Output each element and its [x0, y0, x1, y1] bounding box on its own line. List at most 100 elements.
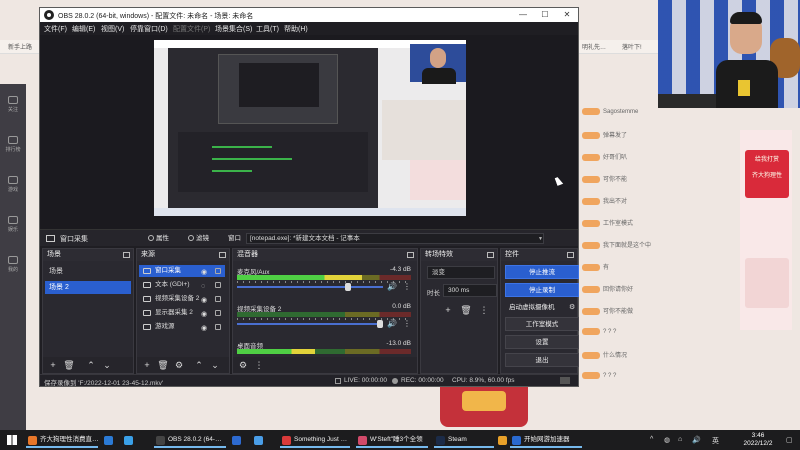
- volume-slider[interactable]: [237, 320, 383, 328]
- taskbar-app[interactable]: [122, 432, 140, 448]
- browser-tab[interactable]: 新手上路: [8, 42, 32, 52]
- menu-scene-collection[interactable]: 场景集合(S): [215, 24, 252, 34]
- tray-app-icon[interactable]: ◍: [664, 436, 670, 444]
- gear-icon[interactable]: ⚙: [237, 359, 249, 371]
- stop-streaming-button[interactable]: 停止推流: [505, 265, 579, 279]
- trash-icon[interactable]: 🗑: [63, 359, 75, 371]
- lock-icon[interactable]: [215, 296, 221, 302]
- trash-icon[interactable]: 🗑: [459, 304, 473, 316]
- eye-off-icon[interactable]: ◌: [201, 281, 205, 293]
- exit-button[interactable]: 退出: [505, 353, 579, 367]
- eye-icon[interactable]: ◉: [201, 267, 207, 279]
- speaker-icon[interactable]: 🔊: [387, 319, 397, 328]
- taskbar-app[interactable]: 齐大狗理性消费直…: [26, 432, 99, 448]
- arrow-down-icon[interactable]: ⌄: [209, 359, 221, 371]
- more-options-icon[interactable]: ⋮: [253, 359, 265, 371]
- network-icon[interactable]: ⌂: [678, 436, 682, 443]
- undock-icon[interactable]: [123, 252, 130, 258]
- taskbar-app[interactable]: [230, 432, 248, 448]
- window-select[interactable]: [notepad.exe]: *新建文本文档 - 记事本: [246, 233, 544, 244]
- source-item[interactable]: 窗口采集 ◉: [139, 265, 225, 277]
- lock-icon[interactable]: [215, 282, 221, 288]
- taskbar-app[interactable]: 开始网游加速器: [510, 432, 582, 448]
- taskbar-app[interactable]: OBS 28.0.2 (64-…: [154, 432, 226, 448]
- gear-icon[interactable]: ⚙: [569, 301, 575, 315]
- undock-icon[interactable]: [567, 252, 574, 258]
- sidebar-item[interactable]: 游戏: [3, 174, 23, 196]
- filters-button[interactable]: 滤镜: [188, 233, 209, 244]
- studio-mode-button[interactable]: 工作室模式: [505, 317, 579, 331]
- duration-input[interactable]: 300 ms: [443, 284, 497, 297]
- arrow-down-icon[interactable]: ⌄: [101, 359, 113, 371]
- menu-help[interactable]: 帮助(H): [284, 24, 308, 34]
- sidebar-item[interactable]: 排行榜: [3, 134, 23, 156]
- more-options-icon[interactable]: ⋮: [477, 304, 491, 316]
- close-button[interactable]: ✕: [556, 8, 578, 22]
- settings-button[interactable]: 设置: [505, 335, 579, 349]
- taskbar-app[interactable]: Steam: [434, 432, 494, 448]
- source-item[interactable]: 文本 (GDI+) ◌: [139, 279, 225, 291]
- webcam-overlay: [658, 0, 800, 108]
- clock[interactable]: 3:46 2022/12/2: [738, 432, 778, 448]
- start-virtual-camera-button[interactable]: 启动虚拟摄像机 ⚙: [505, 301, 579, 315]
- arrow-up-icon[interactable]: ⌃: [85, 359, 97, 371]
- more-options-icon[interactable]: ⋮: [403, 319, 411, 328]
- taskbar-app[interactable]: [102, 432, 120, 448]
- lock-icon[interactable]: [215, 324, 221, 330]
- scene-item[interactable]: 场景: [45, 265, 131, 278]
- taskbar-app[interactable]: Something Just …: [280, 432, 350, 448]
- gear-icon[interactable]: ⚙: [173, 359, 185, 371]
- badge-icon: [582, 372, 600, 379]
- title-bar[interactable]: OBS 28.0.2 (64-bit, windows) - 配置文件: 未命名…: [40, 8, 578, 22]
- more-options-icon[interactable]: ⋮: [403, 282, 411, 291]
- menu-profile[interactable]: 配置文件(P): [173, 24, 210, 34]
- speaker-icon[interactable]: 🔊: [387, 282, 397, 291]
- sidebar-item[interactable]: 娱乐: [3, 214, 23, 236]
- add-icon[interactable]: +: [441, 304, 455, 316]
- lock-icon[interactable]: [215, 268, 221, 274]
- eye-icon[interactable]: ◉: [201, 309, 207, 321]
- undock-icon[interactable]: [487, 252, 494, 258]
- lock-icon[interactable]: [215, 310, 221, 316]
- taskbar-app[interactable]: W'Steft"睡3个全领: [356, 432, 428, 448]
- undock-icon[interactable]: [407, 252, 414, 258]
- minimize-button[interactable]: —: [512, 8, 534, 22]
- gift-banner[interactable]: 给我打赏 齐大狗理性: [745, 150, 789, 198]
- stop-recording-button[interactable]: 停止录制: [505, 283, 579, 297]
- properties-button[interactable]: 属性: [148, 233, 169, 244]
- volume-slider[interactable]: [237, 283, 383, 291]
- scene-item[interactable]: 场景 2: [45, 281, 131, 294]
- add-icon[interactable]: +: [47, 359, 59, 371]
- menu-file[interactable]: 文件(F): [44, 24, 67, 34]
- sidebar-item[interactable]: 关注: [3, 94, 23, 116]
- input-method[interactable]: 英: [712, 436, 719, 446]
- chat-message: ? ? ?: [582, 372, 616, 382]
- windows-start-icon[interactable]: [7, 435, 17, 445]
- source-item[interactable]: 显示器采集 2 ◉: [139, 307, 225, 319]
- undock-icon[interactable]: [219, 252, 226, 258]
- sidebar-item[interactable]: 我的: [3, 254, 23, 276]
- tray-chevron-icon[interactable]: ^: [650, 436, 653, 443]
- taskbar-app[interactable]: [252, 432, 270, 448]
- transition-select[interactable]: 淡变: [427, 266, 495, 279]
- preview-canvas[interactable]: [154, 40, 466, 216]
- browser-tab[interactable]: 落叶下!: [622, 42, 642, 52]
- menu-edit[interactable]: 编辑(E): [72, 24, 95, 34]
- source-item[interactable]: 视频采集设备 2 ◉: [139, 293, 225, 305]
- maximize-button[interactable]: ☐: [534, 8, 556, 22]
- volume-icon[interactable]: 🔊: [692, 436, 701, 444]
- menu-docks[interactable]: 停靠窗口(D): [130, 24, 168, 34]
- arrow-up-icon[interactable]: ⌃: [193, 359, 205, 371]
- preview-area[interactable]: [40, 35, 578, 229]
- notification-icon[interactable]: ▢: [786, 436, 793, 444]
- treasure-box-icon[interactable]: [440, 385, 528, 427]
- trash-icon[interactable]: 🗑: [157, 359, 169, 371]
- menu-view[interactable]: 视图(V): [101, 24, 124, 34]
- eye-icon[interactable]: ◉: [201, 295, 207, 307]
- menu-tools[interactable]: 工具(T): [256, 24, 279, 34]
- eye-icon[interactable]: ◉: [201, 323, 207, 335]
- browser-tab[interactable]: 明礼先…: [582, 42, 606, 52]
- source-item[interactable]: 游戏源 ◉: [139, 321, 225, 333]
- gift-card[interactable]: [745, 258, 789, 308]
- add-icon[interactable]: +: [141, 359, 153, 371]
